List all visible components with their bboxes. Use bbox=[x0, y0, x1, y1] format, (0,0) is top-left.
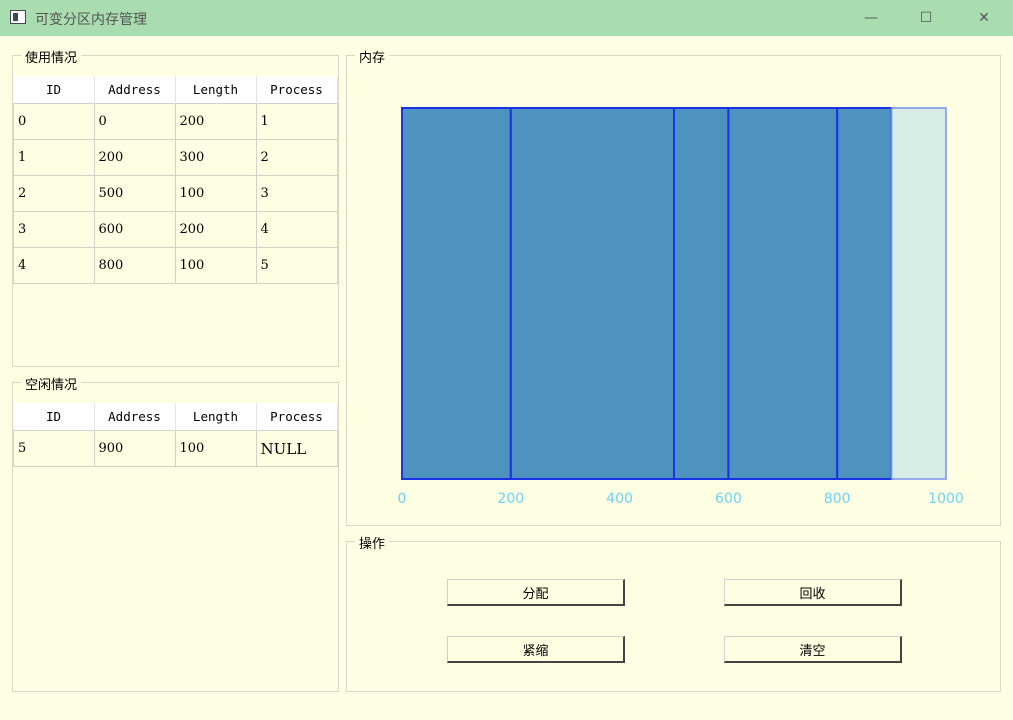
column-header[interactable]: Address bbox=[94, 76, 176, 104]
table-cell[interactable]: NULL bbox=[255, 430, 338, 467]
free-panel: 空闲情况 ID Address Length Process 5 900 100 NULL bbox=[12, 374, 339, 692]
table-cell[interactable]: 2 bbox=[13, 175, 95, 212]
x-tick-label: 400 bbox=[606, 491, 633, 507]
compact-button[interactable]: 紧缩 bbox=[447, 636, 625, 663]
table-cell[interactable]: 0 bbox=[93, 103, 176, 140]
table-cell[interactable]: 1 bbox=[255, 103, 338, 140]
memory-panel: 内存 0 200 400 600 800 1000 bbox=[346, 47, 1001, 526]
used-segment bbox=[509, 107, 675, 480]
used-panel-label: 使用情况 bbox=[21, 47, 82, 66]
column-header[interactable]: ID bbox=[13, 76, 95, 104]
used-panel: 使用情况 ID Address Length Process 0 0 200 1 1 200 30… bbox=[12, 47, 339, 367]
table-row[interactable]: 4 800 100 5 bbox=[13, 247, 338, 284]
free-segment bbox=[890, 107, 947, 480]
table-cell[interactable]: 200 bbox=[93, 139, 176, 176]
table-cell[interactable]: 4 bbox=[13, 247, 95, 284]
table-cell[interactable]: 100 bbox=[174, 175, 257, 212]
reclaim-button[interactable]: 回收 bbox=[724, 579, 902, 606]
table-cell[interactable]: 100 bbox=[174, 430, 257, 467]
table-cell[interactable]: 0 bbox=[13, 103, 95, 140]
table-row[interactable]: 1 200 300 2 bbox=[13, 139, 338, 176]
x-tick-label: 600 bbox=[715, 491, 742, 507]
column-header[interactable]: ID bbox=[13, 403, 95, 431]
table-cell[interactable]: 1 bbox=[13, 139, 95, 176]
table-cell[interactable]: 200 bbox=[174, 211, 257, 248]
x-tick-label: 200 bbox=[497, 491, 524, 507]
column-header[interactable]: Process bbox=[256, 76, 338, 104]
table-cell[interactable]: 300 bbox=[174, 139, 257, 176]
memory-chart: 0 200 400 600 800 1000 bbox=[398, 107, 964, 507]
minimize-button[interactable]: — bbox=[842, 0, 900, 36]
table-row[interactable]: 3 600 200 4 bbox=[13, 211, 338, 248]
table-cell[interactable]: 500 bbox=[93, 175, 176, 212]
operations-panel: 操作 分配 回收 紧缩 清空 bbox=[346, 533, 1001, 692]
table-row[interactable]: 0 0 200 1 bbox=[13, 103, 338, 140]
table-cell[interactable]: 5 bbox=[255, 247, 338, 284]
column-header[interactable]: Length bbox=[175, 403, 257, 431]
title-bar: 可变分区内存管理 — ☐ ✕ bbox=[0, 0, 1013, 36]
close-button[interactable]: ✕ bbox=[955, 0, 1013, 36]
clear-button[interactable]: 清空 bbox=[724, 636, 902, 663]
x-tick-label: 1000 bbox=[928, 491, 964, 507]
table-cell[interactable]: 3 bbox=[255, 175, 338, 212]
used-segment bbox=[401, 107, 512, 480]
table-cell[interactable]: 200 bbox=[174, 103, 257, 140]
used-segment bbox=[673, 107, 730, 480]
table-cell[interactable]: 100 bbox=[174, 247, 257, 284]
used-segment bbox=[836, 107, 893, 480]
table-cell[interactable]: 2 bbox=[255, 139, 338, 176]
table-cell[interactable]: 900 bbox=[93, 430, 176, 467]
column-header[interactable]: Process bbox=[256, 403, 338, 431]
column-header[interactable]: Length bbox=[175, 76, 257, 104]
allocate-button[interactable]: 分配 bbox=[447, 579, 625, 606]
table-cell[interactable]: 3 bbox=[13, 211, 95, 248]
table-row[interactable]: 5 900 100 NULL bbox=[13, 430, 338, 467]
column-header[interactable]: Address bbox=[94, 403, 176, 431]
maximize-button[interactable]: ☐ bbox=[897, 0, 955, 36]
operations-panel-label: 操作 bbox=[355, 533, 390, 552]
app-icon bbox=[10, 10, 26, 24]
x-tick-label: 0 bbox=[398, 491, 407, 507]
used-table[interactable]: ID Address Length Process 0 0 200 1 1 200 300 2 2 50… bbox=[13, 76, 338, 284]
window-title: 可变分区内存管理 bbox=[35, 12, 147, 28]
table-cell[interactable]: 5 bbox=[13, 430, 95, 467]
used-segment bbox=[727, 107, 839, 480]
free-table[interactable]: ID Address Length Process 5 900 100 NULL bbox=[13, 403, 338, 467]
x-tick-label: 800 bbox=[824, 491, 851, 507]
table-row[interactable]: 2 500 100 3 bbox=[13, 175, 338, 212]
table-cell[interactable]: 4 bbox=[255, 211, 338, 248]
free-panel-label: 空闲情况 bbox=[21, 374, 82, 393]
table-cell[interactable]: 600 bbox=[93, 211, 176, 248]
table-cell[interactable]: 800 bbox=[93, 247, 176, 284]
